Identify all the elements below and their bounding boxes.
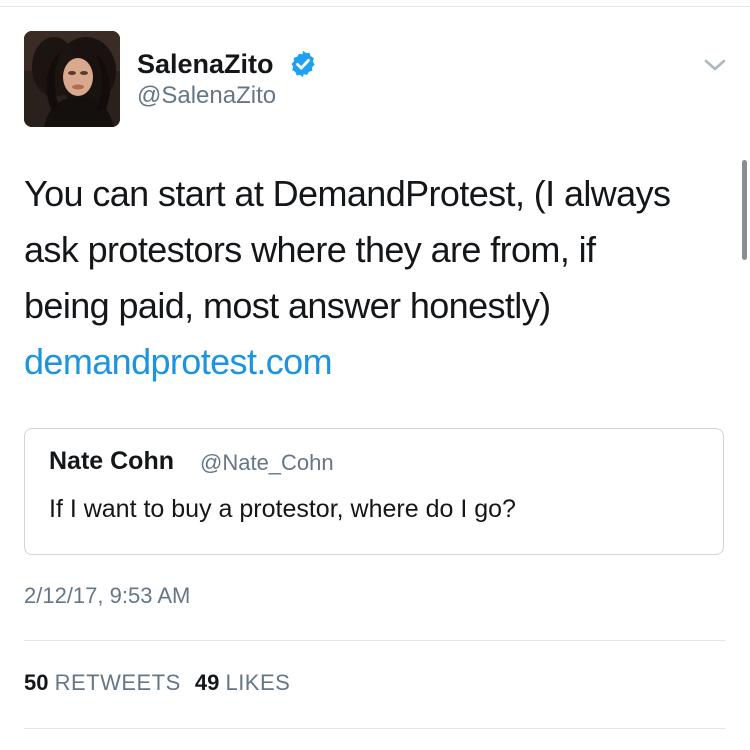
verified-badge-icon (291, 50, 315, 78)
chevron-down-icon[interactable] (702, 55, 728, 75)
divider (24, 640, 726, 641)
tweet-stats: 50 RETWEETS 49 LIKES (24, 670, 290, 696)
quoted-tweet-card[interactable]: Nate Cohn @Nate_Cohn If I want to buy a … (24, 428, 724, 555)
author-name[interactable]: SalenaZito (137, 47, 274, 81)
tweet-link[interactable]: demandprotest.com (24, 334, 734, 390)
top-divider (0, 6, 750, 7)
author-handle[interactable]: @SalenaZito (137, 80, 276, 112)
tweet-text-line: being paid, most answer honestly) (24, 285, 551, 326)
divider (24, 728, 726, 729)
tweet-detail-page: SalenaZito @SalenaZito You can start at … (0, 0, 750, 750)
likes-count: 49 (194, 670, 220, 695)
quoted-author-name: Nate Cohn (49, 447, 174, 475)
tweet-timestamp[interactable]: 2/12/17, 9:53 AM (24, 583, 190, 609)
tweet-text: You can start at DemandProtest, (I alway… (24, 166, 734, 390)
user-avatar-photo-icon (24, 31, 120, 127)
scrollbar[interactable] (742, 160, 747, 260)
tweet-text-line: You can start at DemandProtest, (I alway… (24, 173, 671, 214)
quoted-author-handle: @Nate_Cohn (200, 450, 334, 475)
likes-label: LIKES (225, 670, 291, 695)
retweets-label: RETWEETS (54, 670, 181, 695)
retweets-stat[interactable]: 50 RETWEETS (24, 670, 181, 695)
likes-stat[interactable]: 49 LIKES (195, 670, 290, 695)
retweets-count: 50 (24, 670, 49, 695)
quoted-tweet-text: If I want to buy a protestor, where do I… (49, 495, 516, 523)
tweet-text-line: ask protestors where they are from, if (24, 229, 596, 270)
avatar[interactable] (24, 31, 120, 127)
